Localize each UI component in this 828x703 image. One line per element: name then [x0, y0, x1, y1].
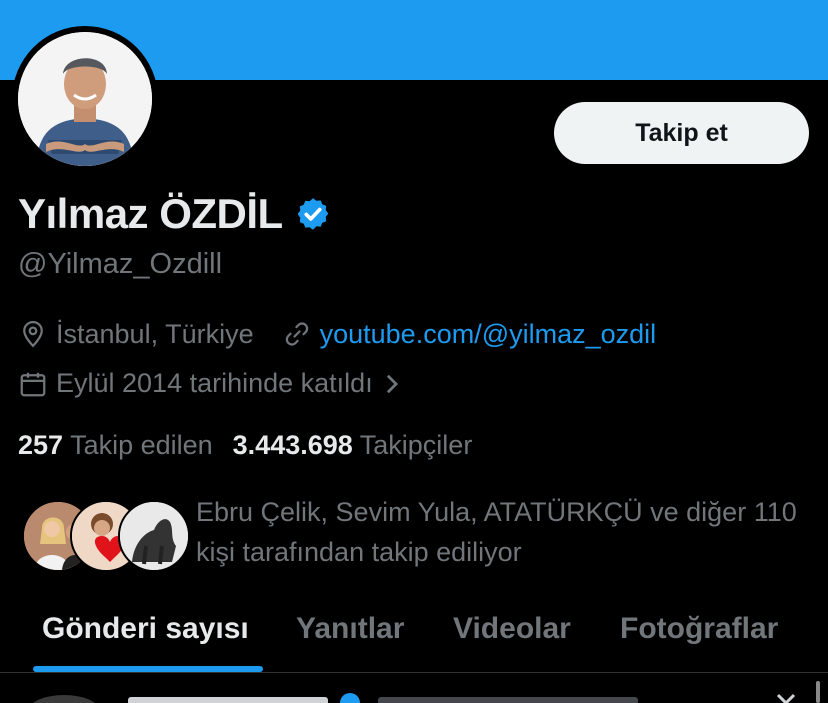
profile-location: İstanbul, Türkiye: [56, 318, 254, 349]
verified-badge-icon[interactable]: [295, 196, 331, 232]
calendar-icon: [20, 372, 46, 396]
profile-website-link[interactable]: youtube.com/@yilmaz_ozdil: [320, 319, 657, 350]
profile-joined-date: Eylül 2014 tarihinde katıldı: [56, 368, 373, 398]
profile-display-name: Yılmaz ÖZDİL: [18, 190, 283, 237]
name-row: Yılmaz ÖZDİL: [18, 190, 331, 238]
followers-label: Takipçiler: [359, 430, 473, 460]
follow-button[interactable]: Takip et: [554, 102, 809, 164]
follower-avatar: [118, 500, 190, 572]
followers-stat[interactable]: 3.443.698 Takipçiler: [233, 430, 473, 461]
following-label: Takip edilen: [70, 430, 213, 460]
joined-row[interactable]: Eylül 2014 tarihinde katıldı: [18, 368, 401, 399]
tab-photos[interactable]: Fotoğraflar: [620, 612, 778, 646]
profile-tabs: Gönderi sayısı Yanıtlar Videolar Fotoğra…: [0, 600, 828, 672]
profile-handle: @Yilmaz_Ozdill: [18, 248, 223, 280]
tab-posts[interactable]: Gönderi sayısı: [42, 612, 249, 646]
following-stat[interactable]: 257 Takip edilen: [18, 430, 213, 461]
profile-meta-row: İstanbul, Türkiye youtube.com/@yilmaz_oz…: [18, 318, 656, 350]
profile-avatar[interactable]: [12, 26, 158, 172]
link-icon: [285, 322, 308, 346]
followed-by-text[interactable]: Ebru Çelik, Sevim Yula, ATATÜRKÇÜ ve diğ…: [196, 492, 816, 572]
avatar-photo: [18, 32, 152, 166]
location-pin-icon: [23, 320, 43, 348]
tab-replies[interactable]: Yanıtlar: [296, 612, 404, 646]
tab-videos[interactable]: Videolar: [453, 612, 571, 646]
chevron-right-icon: [386, 374, 398, 393]
next-post-preview[interactable]: [0, 673, 828, 703]
profile-stats: 257 Takip edilen 3.443.698 Takipçiler: [18, 430, 472, 461]
following-count: 257: [18, 430, 64, 460]
followers-count: 3.443.698: [232, 430, 353, 460]
